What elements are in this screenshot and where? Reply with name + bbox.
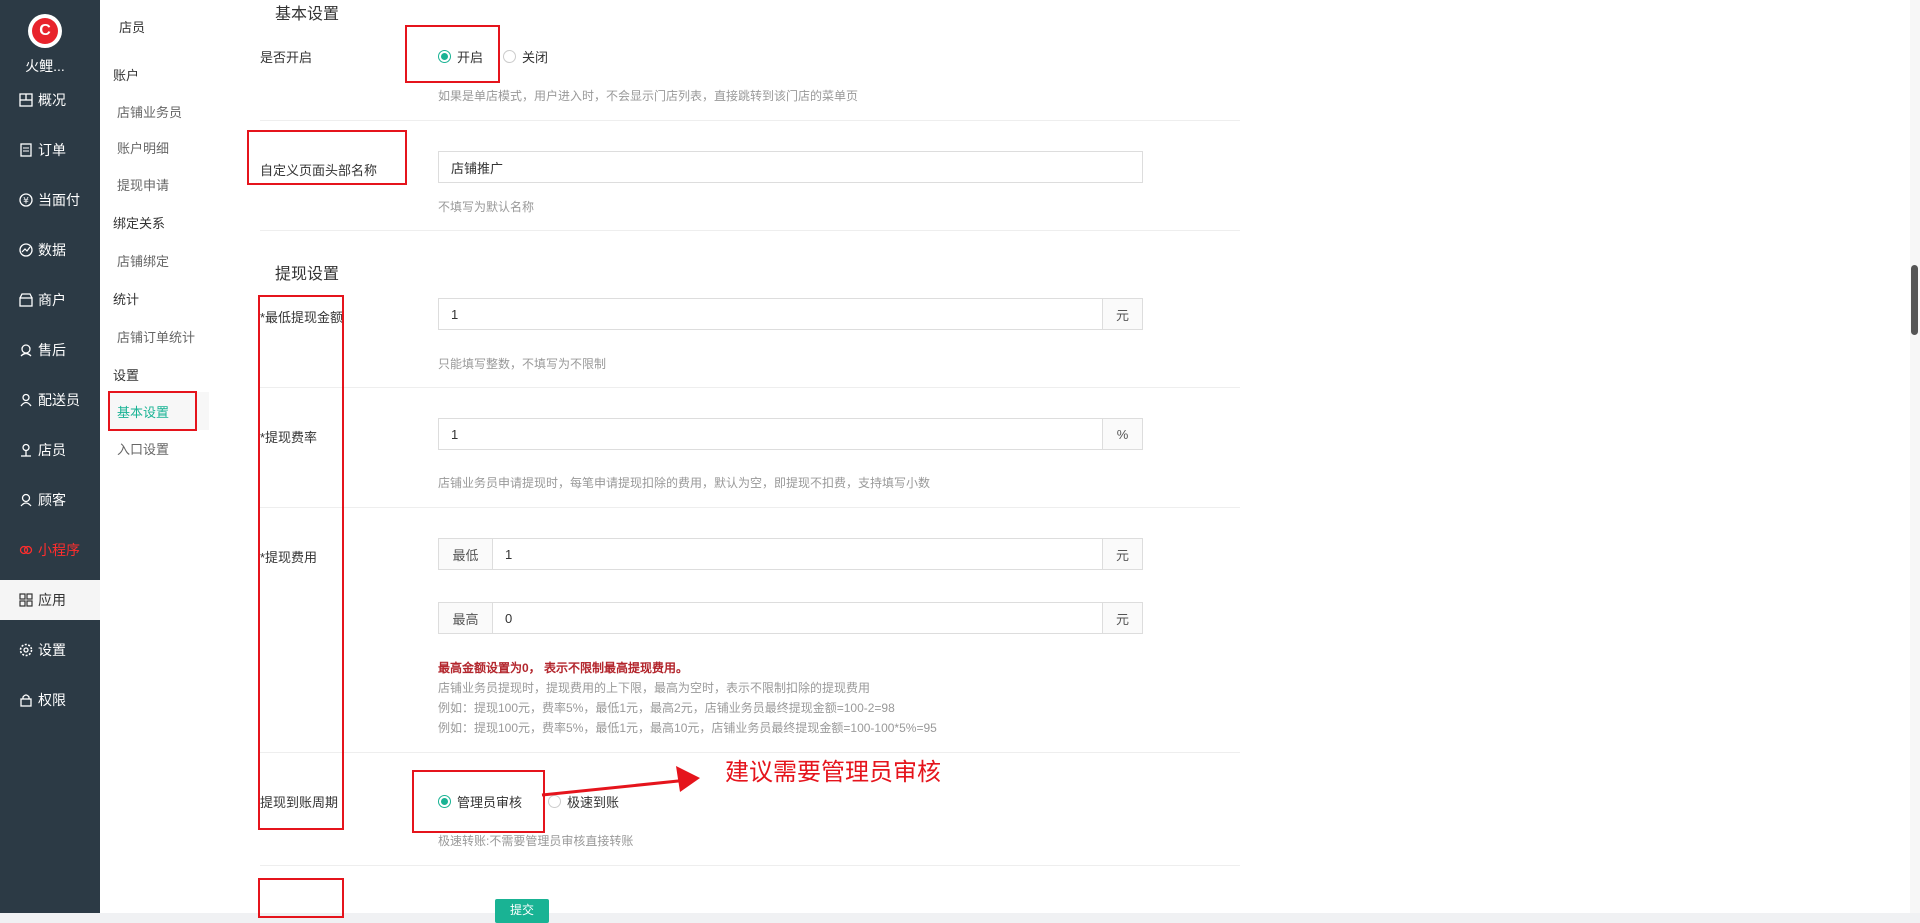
withdraw-rate-help: 店铺业务员申请提现时，每笔申请提现扣除的费用，默认为空，即提现不扣费，支持填写小… xyxy=(438,476,931,490)
nav-permission[interactable]: 权限 xyxy=(0,680,100,720)
min-withdraw-unit: 元 xyxy=(1102,298,1143,330)
header-name-input[interactable]: 店铺推广 xyxy=(438,151,1143,183)
nav-apps[interactable]: 应用 xyxy=(0,580,100,620)
dashboard-icon xyxy=(18,92,34,108)
subnav-item-withdraw-request[interactable]: 提现申请 xyxy=(117,175,169,194)
nav-miniapp[interactable]: 小程序 xyxy=(0,530,100,570)
subnav-clerk[interactable]: 店员 xyxy=(119,17,145,36)
main-content: 基本设置 是否开启 开启 关闭 如果是单店模式，用户进入时，不会显示门店列表，直… xyxy=(220,0,1910,923)
subnav-item-shop-order-stats[interactable]: 店铺订单统计 xyxy=(117,327,195,346)
fee-min-prefix: 最低 xyxy=(438,538,493,570)
svg-text:¥: ¥ xyxy=(23,197,29,207)
subnav-group-stats: 统计 xyxy=(113,292,140,307)
nav-label: 应用 xyxy=(38,592,66,608)
yen-icon: ¥ xyxy=(18,192,34,208)
fee-max-prefix: 最高 xyxy=(438,602,493,634)
nav-label: 订单 xyxy=(38,142,66,158)
chart-icon xyxy=(18,242,34,258)
sub-sidebar: 店员 账户 店铺业务员 账户明细 提现申请 绑定关系 店铺绑定 统计 店铺订单统… xyxy=(100,0,221,913)
section-title-withdraw: 提现设置 xyxy=(275,266,340,283)
divider xyxy=(260,507,1240,508)
subnav-group-binding: 绑定关系 xyxy=(113,216,166,231)
nav-label: 设置 xyxy=(38,642,66,658)
gear-icon xyxy=(18,642,34,658)
min-withdraw-help: 只能填写整数，不填写为不限制 xyxy=(438,357,607,371)
nav-aftersale[interactable]: 售后 xyxy=(0,330,100,370)
fee-warning: 最高金额设置为0， 表示不限制最高提现费用。 xyxy=(438,661,689,675)
apps-icon xyxy=(18,592,34,608)
nav-label: 售后 xyxy=(38,342,66,358)
nav-label: 店员 xyxy=(38,442,66,458)
enable-off-radio[interactable]: 关闭 xyxy=(503,47,548,66)
submit-button[interactable]: 提交 xyxy=(495,899,549,923)
nav-label: 数据 xyxy=(38,242,66,258)
app-logo[interactable]: C xyxy=(28,14,62,48)
nav-merchant[interactable]: 商户 xyxy=(0,280,100,320)
withdraw-rate-unit: % xyxy=(1102,418,1143,450)
clerk-icon xyxy=(18,442,34,458)
enable-label: 是否开启 xyxy=(260,50,313,65)
fee-example: 例如：提现100元，费率5%，最低1元，最高10元，店铺业务员最终提现金额=10… xyxy=(438,721,937,735)
highlight-box-enable xyxy=(405,25,500,83)
subnav-item-shop-sales[interactable]: 店铺业务员 xyxy=(117,102,182,121)
fee-max-input[interactable]: 0 xyxy=(492,602,1103,634)
highlight-box-submit xyxy=(258,878,344,918)
highlight-box-header-name xyxy=(247,130,407,185)
nav-label: 当面付 xyxy=(38,192,80,208)
nav-label: 小程序 xyxy=(38,542,80,558)
nav-face-pay[interactable]: ¥ 当面付 xyxy=(0,180,100,220)
annotation-text: 建议需要管理员审核 xyxy=(725,759,941,786)
withdraw-rate-input[interactable]: 1 xyxy=(438,418,1103,450)
order-icon xyxy=(18,142,34,158)
miniapp-icon xyxy=(18,542,34,558)
radio-label: 关闭 xyxy=(522,50,549,65)
header-name-help: 不填写为默认名称 xyxy=(438,200,535,214)
nav-clerk[interactable]: 店员 xyxy=(0,430,100,470)
highlight-box-period-admin xyxy=(412,770,545,833)
divider xyxy=(260,387,1240,388)
nav-data[interactable]: 数据 xyxy=(0,230,100,270)
nav-label: 商户 xyxy=(38,292,66,308)
nav-courier[interactable]: 配送员 xyxy=(0,380,100,420)
subnav-group-account: 账户 xyxy=(113,68,140,83)
service-icon xyxy=(18,342,34,358)
courier-icon xyxy=(18,392,34,408)
highlight-box-basic-settings xyxy=(108,391,197,431)
customer-icon xyxy=(18,492,34,508)
highlight-box-withdraw-labels xyxy=(258,295,344,830)
divider xyxy=(260,865,1240,866)
nav-customer[interactable]: 顾客 xyxy=(0,480,100,520)
nav-label: 权限 xyxy=(38,692,66,708)
divider xyxy=(260,230,1240,231)
subnav-item-shop-binding[interactable]: 店铺绑定 xyxy=(117,251,169,270)
nav-settings[interactable]: 设置 xyxy=(0,630,100,670)
subnav-group-settings: 设置 xyxy=(113,368,140,383)
section-title-basic: 基本设置 xyxy=(275,6,340,23)
logo-mark-icon: C xyxy=(32,18,58,44)
fee-min-input[interactable]: 1 xyxy=(492,538,1103,570)
shop-name: 火鲤... xyxy=(25,58,65,74)
fee-min-unit: 元 xyxy=(1102,538,1143,570)
main-sidebar: C 火鲤... 概况 订单 ¥ 当面付 数据 商户 售后 配送员 店员 顾客 小… xyxy=(0,0,100,913)
page-scrollbar[interactable] xyxy=(1910,0,1920,913)
store-icon xyxy=(18,292,34,308)
nav-label: 配送员 xyxy=(38,392,80,408)
nav-label: 顾客 xyxy=(38,492,66,508)
fee-max-unit: 元 xyxy=(1102,602,1143,634)
nav-overview[interactable]: 概况 xyxy=(0,80,100,120)
lock-icon xyxy=(18,692,34,708)
radio-unchecked-icon xyxy=(503,50,516,63)
nav-orders[interactable]: 订单 xyxy=(0,130,100,170)
subnav-item-account-detail[interactable]: 账户明细 xyxy=(117,138,169,157)
withdraw-period-help: 极速转账:不需要管理员审核直接转账 xyxy=(438,834,634,848)
enable-help: 如果是单店模式，用户进入时，不会显示门店列表，直接跳转到该门店的菜单页 xyxy=(438,89,859,103)
fee-example: 例如：提现100元，费率5%，最低1元，最高2元，店铺业务员最终提现金额=100… xyxy=(438,701,895,715)
subnav-item-entry-settings[interactable]: 入口设置 xyxy=(117,439,169,458)
fee-note: 店铺业务员提现时，提现费用的上下限，最高为空时，表示不限制扣除的提现费用 xyxy=(438,681,871,695)
divider xyxy=(260,120,1240,121)
min-withdraw-input[interactable]: 1 xyxy=(438,298,1103,330)
nav-label: 概况 xyxy=(38,92,66,108)
scrollbar-thumb[interactable] xyxy=(1911,265,1918,335)
